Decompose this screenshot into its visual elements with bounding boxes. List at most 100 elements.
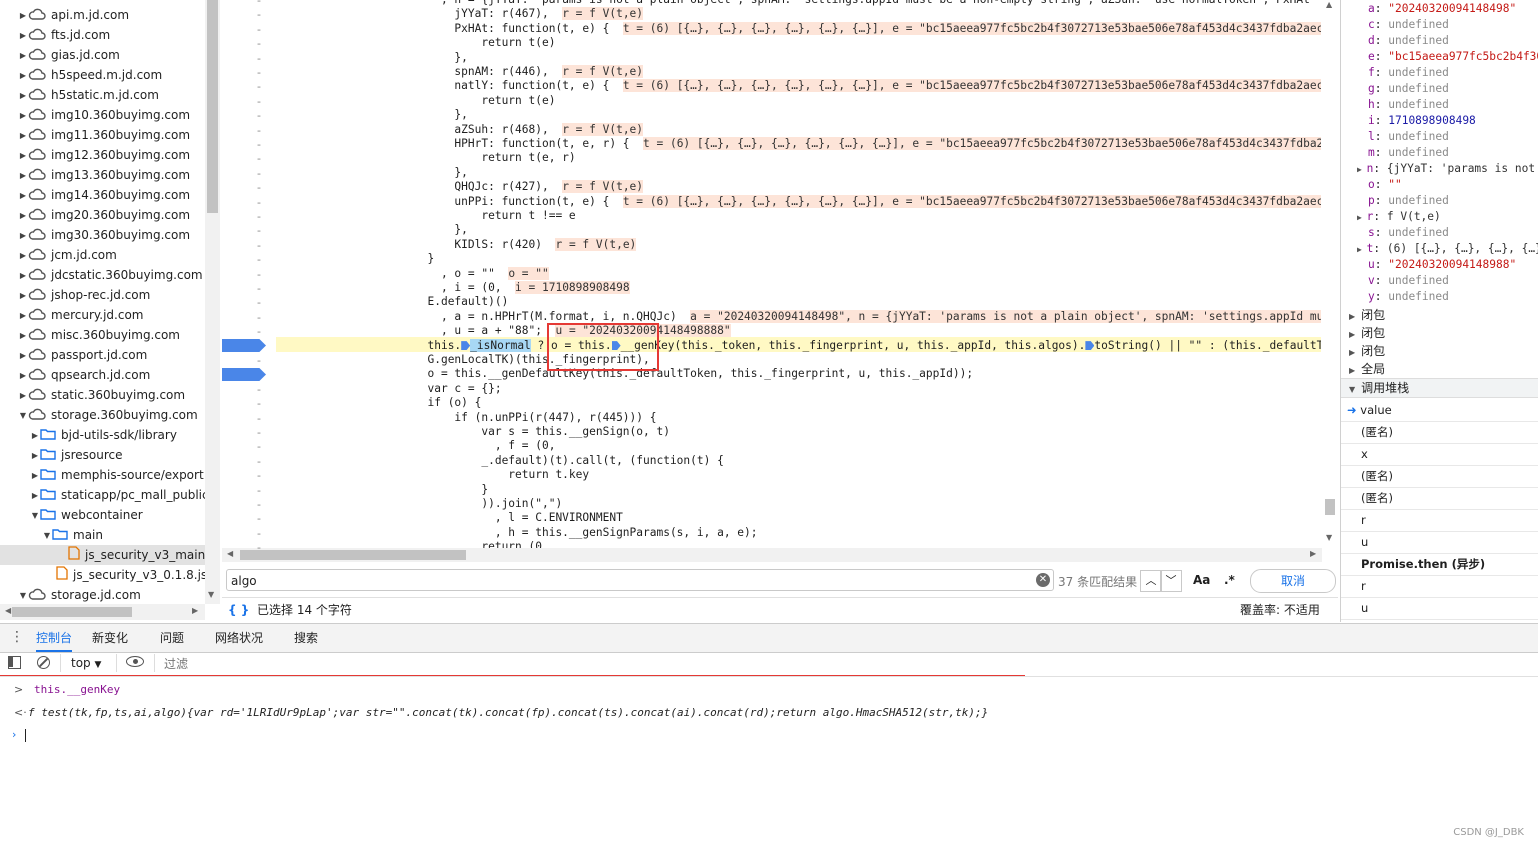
- scroll-down-icon[interactable]: ▼: [1326, 533, 1332, 542]
- drawer-tab[interactable]: 网络状况: [215, 624, 263, 652]
- search-input[interactable]: algo: [226, 569, 1054, 591]
- scope-variable[interactable]: ▶ n: {jYYaT: 'params is not: [1357, 161, 1535, 177]
- line-marker[interactable]: -: [254, 167, 264, 181]
- line-marker[interactable]: -: [254, 210, 264, 224]
- tree-item[interactable]: ▶ qpsearch.jd.com: [0, 365, 150, 385]
- breakpoint-marker[interactable]: [222, 339, 266, 352]
- scope-section[interactable]: ▶ 闭包: [1341, 342, 1538, 360]
- collapsed-triangle-icon[interactable]: ▶: [1349, 312, 1355, 321]
- collapsed-triangle-icon[interactable]: ▶: [18, 186, 28, 206]
- tree-item[interactable]: js_security_v3_main_0.: [0, 545, 220, 565]
- editor-scroll-thumb[interactable]: [1325, 499, 1335, 515]
- scope-variable[interactable]: g: undefined: [1368, 81, 1449, 97]
- scope-variable[interactable]: s: undefined: [1368, 225, 1449, 241]
- editor-hscroll-thumb[interactable]: [240, 550, 466, 560]
- tree-item[interactable]: ▼ storage.360buyimg.com: [0, 405, 198, 425]
- tree-item[interactable]: ▶ staticapp/pc_mall_public/e: [0, 485, 220, 505]
- scope-variable[interactable]: l: undefined: [1368, 129, 1449, 145]
- scope-section[interactable]: ▶ 闭包: [1341, 324, 1538, 342]
- breakpoint-marker[interactable]: [222, 368, 266, 381]
- call-stack-frame[interactable]: (匿名): [1341, 488, 1538, 510]
- sidebar-toggle-icon[interactable]: [8, 656, 21, 669]
- line-marker[interactable]: -: [254, 66, 264, 80]
- collapsed-triangle-icon[interactable]: ▶: [18, 366, 28, 386]
- scroll-left-icon[interactable]: ◀: [227, 549, 233, 558]
- scroll-up-icon[interactable]: ▲: [1326, 0, 1332, 9]
- line-marker[interactable]: -: [254, 383, 264, 397]
- inline-breakpoint-icon[interactable]: [1085, 341, 1095, 351]
- collapsed-triangle-icon[interactable]: ▶: [18, 6, 28, 26]
- navigator-scroll-thumb[interactable]: [207, 0, 218, 213]
- scope-variable[interactable]: d: undefined: [1368, 33, 1449, 49]
- scope-variable[interactable]: u: "20240320094148988": [1368, 257, 1516, 273]
- drawer-tab[interactable]: 搜索: [294, 624, 318, 652]
- console-output[interactable]: > this.__genKey <· f test(tk,fp,ts,ai,al…: [0, 677, 1538, 849]
- line-marker[interactable]: -: [254, 541, 264, 555]
- tree-item[interactable]: ▶ jcm.jd.com: [0, 245, 117, 265]
- collapsed-triangle-icon[interactable]: ▶: [18, 146, 28, 166]
- drawer-tab[interactable]: 新变化: [92, 624, 128, 652]
- line-marker[interactable]: -: [254, 152, 264, 166]
- line-marker[interactable]: -: [254, 253, 264, 267]
- collapsed-triangle-icon[interactable]: ▶: [18, 206, 28, 226]
- line-marker[interactable]: -: [254, 52, 264, 66]
- scope-variable[interactable]: e: "bc15aeea977fc5bc2b4f30: [1368, 49, 1538, 65]
- call-stack-frame[interactable]: x: [1341, 444, 1538, 466]
- line-marker[interactable]: -: [254, 109, 264, 123]
- cancel-search-button[interactable]: 取消: [1250, 569, 1336, 593]
- scope-variable[interactable]: h: undefined: [1368, 97, 1449, 113]
- line-marker[interactable]: -: [254, 512, 264, 526]
- collapsed-triangle-icon[interactable]: ▶: [30, 446, 40, 466]
- line-marker[interactable]: -: [254, 124, 264, 138]
- line-marker[interactable]: -: [254, 23, 264, 37]
- call-stack-frame[interactable]: (匿名): [1341, 422, 1538, 444]
- tree-item[interactable]: ▶ fts.jd.com: [0, 25, 110, 45]
- collapsed-triangle-icon[interactable]: ▶: [30, 426, 40, 446]
- tree-item[interactable]: ▶ h5static.m.jd.com: [0, 85, 159, 105]
- line-marker[interactable]: -: [254, 181, 264, 195]
- line-marker[interactable]: -: [254, 484, 264, 498]
- call-stack-header[interactable]: ▼ 调用堆栈: [1341, 378, 1538, 398]
- line-marker[interactable]: -: [254, 527, 264, 541]
- collapsed-triangle-icon[interactable]: ▶: [1349, 330, 1355, 339]
- tree-item[interactable]: ▶ img14.360buyimg.com: [0, 185, 190, 205]
- scroll-down-icon[interactable]: ▼: [208, 590, 214, 599]
- line-marker[interactable]: -: [254, 455, 264, 469]
- call-stack-frame[interactable]: ➜ value: [1341, 400, 1538, 422]
- tree-item[interactable]: ▶ img10.360buyimg.com: [0, 105, 190, 125]
- collapsed-triangle-icon[interactable]: ▶: [30, 466, 40, 486]
- scroll-right-icon[interactable]: ▶: [192, 606, 198, 615]
- next-match-button[interactable]: ﹀: [1160, 570, 1182, 592]
- scope-variable[interactable]: c: undefined: [1368, 17, 1449, 33]
- collapsed-triangle-icon[interactable]: ▶: [18, 346, 28, 366]
- line-marker[interactable]: -: [254, 426, 264, 440]
- previous-match-button[interactable]: ︿: [1140, 570, 1162, 592]
- scope-variable[interactable]: a: "20240320094148498": [1368, 1, 1516, 17]
- expanded-triangle-icon[interactable]: ▼: [30, 506, 40, 526]
- line-marker[interactable]: -: [254, 8, 264, 22]
- regex-button[interactable]: .*: [1224, 573, 1235, 587]
- collapsed-triangle-icon[interactable]: ▶: [1349, 366, 1355, 375]
- inline-breakpoint-icon[interactable]: [461, 341, 471, 351]
- line-marker[interactable]: -: [254, 412, 264, 426]
- tree-item[interactable]: ▼ storage.jd.com: [0, 585, 141, 605]
- scope-section[interactable]: ▶ 全局: [1341, 360, 1538, 378]
- line-marker[interactable]: -: [254, 224, 264, 238]
- tree-item[interactable]: ▶ img30.360buyimg.com: [0, 225, 190, 245]
- tree-item[interactable]: js_security_v3_0.1.8.js: [0, 565, 207, 585]
- collapsed-triangle-icon[interactable]: ▶: [18, 266, 28, 286]
- navigator-hscroll-thumb[interactable]: [12, 607, 132, 617]
- tree-item[interactable]: ▶ memphis-source/export: [0, 465, 204, 485]
- tree-item[interactable]: ▼ main: [0, 525, 103, 545]
- match-case-button[interactable]: Aa: [1193, 573, 1210, 587]
- console-caret[interactable]: [25, 729, 26, 742]
- collapsed-triangle-icon[interactable]: ▶: [18, 166, 28, 186]
- call-stack-frame[interactable]: (匿名): [1341, 466, 1538, 488]
- tree-item[interactable]: ▶ img20.360buyimg.com: [0, 205, 190, 225]
- expand-triangle-icon[interactable]: ▶: [1357, 165, 1367, 174]
- line-marker[interactable]: -: [254, 0, 264, 8]
- collapsed-triangle-icon[interactable]: ▶: [18, 246, 28, 266]
- line-marker[interactable]: -: [254, 37, 264, 51]
- collapsed-triangle-icon[interactable]: ▶: [30, 486, 40, 506]
- clear-search-icon[interactable]: ✕: [1036, 573, 1050, 587]
